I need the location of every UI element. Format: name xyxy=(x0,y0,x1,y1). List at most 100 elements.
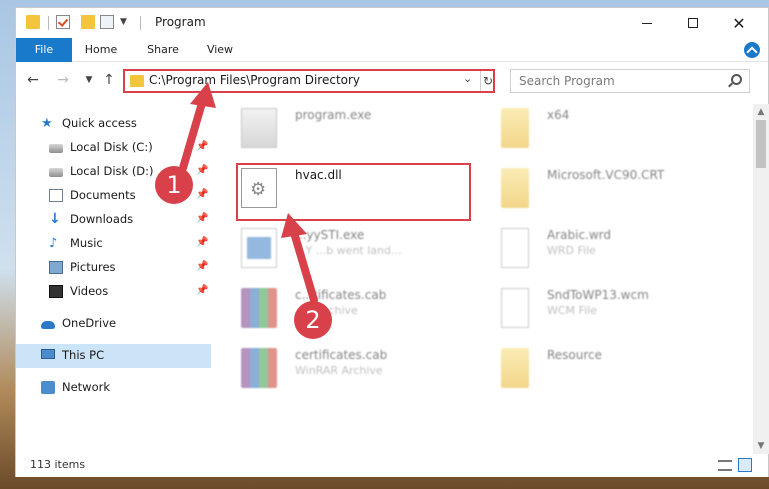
disk-icon xyxy=(49,144,63,153)
scroll-thumb[interactable] xyxy=(756,120,766,168)
file-name: Microsoft.VC90.CRT xyxy=(547,168,665,182)
file-item[interactable]: Microsoft.VC90.CRT xyxy=(471,164,701,220)
file-type: WinRAR Archive xyxy=(295,364,383,377)
file-type: WRD File xyxy=(547,244,596,257)
sidebar-item-label: Downloads xyxy=(70,212,134,226)
sidebar-item-label: Videos xyxy=(70,284,109,298)
expand-ribbon-icon[interactable] xyxy=(744,42,760,58)
pin-icon[interactable]: 📌 xyxy=(196,285,208,296)
navigation-pane: ★ Quick access Local Disk (C:) 📌 Local D… xyxy=(16,104,211,452)
sidebar-item-local-disk-c[interactable]: Local Disk (C:) 📌 xyxy=(16,136,211,160)
music-icon: ♪ xyxy=(49,236,58,251)
sidebar-item-this-pc[interactable]: This PC xyxy=(16,344,211,368)
title-bar: ▼ Program ✕ xyxy=(16,8,768,38)
exe-icon xyxy=(241,108,277,148)
step-2-badge: 2 xyxy=(294,301,332,339)
disk-icon xyxy=(49,168,63,177)
properties-icon[interactable] xyxy=(100,15,114,29)
blank-file-icon xyxy=(501,228,529,268)
file-item[interactable]: Resource xyxy=(471,344,701,400)
file-type: ...Y ...b went land... xyxy=(295,244,402,257)
pin-icon[interactable]: 📌 xyxy=(196,237,208,248)
address-path[interactable]: C:\Program Files\Program Directory xyxy=(149,73,360,87)
highlight-box xyxy=(236,163,471,221)
minimize-icon xyxy=(642,22,652,24)
sidebar-item-music[interactable]: ♪ Music 📌 xyxy=(16,232,211,256)
file-name: Arabic.wrd xyxy=(547,228,612,242)
star-icon: ★ xyxy=(41,116,53,131)
up-button[interactable]: ↑ xyxy=(100,71,118,89)
address-bar[interactable]: C:\Program Files\Program Directory ⌄ ↻ xyxy=(123,69,495,93)
sidebar-item-quick-access[interactable]: ★ Quick access xyxy=(16,112,211,136)
search-input[interactable]: Search Program xyxy=(519,74,615,88)
separator xyxy=(48,16,49,30)
sidebar-item-videos[interactable]: Videos 📌 xyxy=(16,280,211,304)
sidebar-item-label: Documents xyxy=(70,188,136,202)
pictures-icon xyxy=(49,261,63,274)
address-dropdown-icon[interactable]: ⌄ xyxy=(463,72,472,85)
file-item[interactable]: certificates.cab WinRAR Archive xyxy=(211,344,441,400)
tab-file[interactable]: File xyxy=(16,38,72,62)
back-button[interactable]: ← xyxy=(24,71,42,89)
file-type: WCM File xyxy=(547,304,597,317)
file-item[interactable]: SndToWP13.wcm WCM File xyxy=(471,284,701,340)
scroll-down-icon[interactable]: ▼ xyxy=(753,438,769,454)
sidebar-item-label: Local Disk (C:) xyxy=(70,140,153,154)
file-name: Resource xyxy=(547,348,603,362)
sidebar-item-label: This PC xyxy=(62,348,105,362)
item-count: 113 items xyxy=(30,458,86,471)
folder-icon xyxy=(26,15,40,29)
blank-file-icon xyxy=(501,288,529,328)
sidebar-item-label: Pictures xyxy=(70,260,116,274)
folder-icon xyxy=(501,108,529,148)
sidebar-item-network[interactable]: Network xyxy=(16,376,211,400)
scroll-up-icon[interactable]: ▲ xyxy=(753,104,769,120)
customize-quick-access-icon[interactable]: ▼ xyxy=(120,17,127,27)
documents-icon xyxy=(49,189,63,202)
sidebar-item-downloads[interactable]: ↓ Downloads 📌 xyxy=(16,208,211,232)
file-item[interactable]: ...yySTI.exe ...Y ...b went land... xyxy=(211,224,441,280)
maximize-button[interactable] xyxy=(670,8,716,38)
forward-button[interactable]: → xyxy=(54,71,72,89)
file-item[interactable]: x64 xyxy=(471,104,701,160)
file-item[interactable]: Arabic.wrd WRD File xyxy=(471,224,701,280)
network-icon xyxy=(41,381,55,394)
this-pc-icon xyxy=(41,349,55,359)
file-name: ...yySTI.exe xyxy=(295,228,365,242)
step-1-badge: 1 xyxy=(155,166,193,204)
ribbon-tabs: File Home Share View xyxy=(16,38,768,62)
minimize-button[interactable] xyxy=(624,8,670,38)
app-icon xyxy=(241,228,277,268)
close-button[interactable]: ✕ xyxy=(716,8,762,38)
explorer-window: ▼ Program ✕ File Home Share View ← → ▼ ↑… xyxy=(15,7,769,477)
tab-view[interactable]: View xyxy=(198,38,242,62)
pin-icon[interactable]: 📌 xyxy=(196,141,208,152)
large-icons-view-icon[interactable] xyxy=(738,458,752,472)
recent-locations-button[interactable]: ▼ xyxy=(80,71,98,89)
properties-check-icon[interactable] xyxy=(56,15,70,29)
file-name: SndToWP13.wcm xyxy=(547,288,649,302)
sidebar-item-label: Music xyxy=(70,236,103,250)
file-item[interactable]: program.exe xyxy=(211,104,441,160)
file-name: certificates.cab xyxy=(295,348,388,362)
details-view-icon[interactable] xyxy=(718,460,732,471)
sidebar-item-onedrive[interactable]: OneDrive xyxy=(16,312,211,336)
search-box[interactable]: Search Program xyxy=(510,69,750,93)
status-bar: 113 items xyxy=(16,454,768,477)
refresh-button[interactable]: ↻ xyxy=(480,71,495,91)
pin-icon[interactable]: 📌 xyxy=(196,213,208,224)
onedrive-icon xyxy=(41,321,55,329)
sidebar-item-pictures[interactable]: Pictures 📌 xyxy=(16,256,211,280)
pin-icon[interactable]: 📌 xyxy=(196,261,208,272)
tab-share[interactable]: Share xyxy=(138,38,188,62)
tab-home[interactable]: Home xyxy=(76,38,126,62)
vertical-scrollbar[interactable]: ▲ ▼ xyxy=(753,104,769,454)
pin-icon[interactable]: 📌 xyxy=(196,165,208,176)
file-name: program.exe xyxy=(295,108,372,122)
new-folder-icon[interactable] xyxy=(81,15,95,29)
videos-icon xyxy=(49,285,63,298)
folder-icon xyxy=(501,168,529,208)
search-icon[interactable] xyxy=(731,74,742,85)
pin-icon[interactable]: 📌 xyxy=(196,189,208,200)
folder-icon xyxy=(130,75,144,87)
